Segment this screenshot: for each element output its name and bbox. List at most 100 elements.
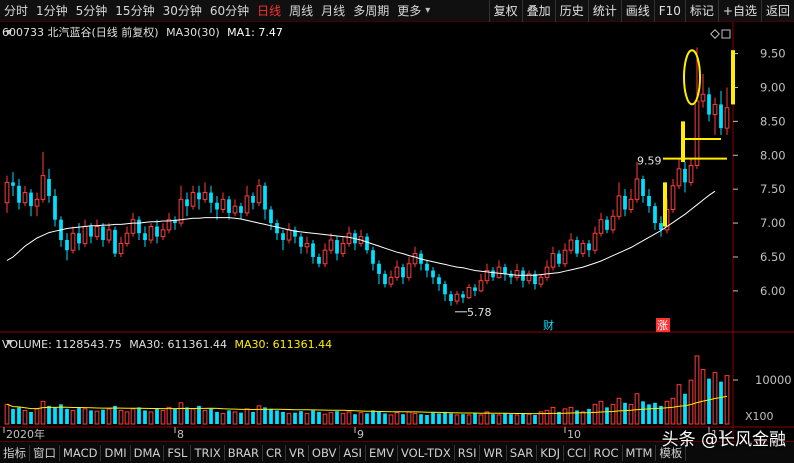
candle: [394, 260, 400, 281]
candle-body: [647, 195, 651, 207]
candle: [17, 179, 21, 210]
candle: [101, 223, 105, 247]
period-1[interactable]: 1分钟: [32, 0, 72, 22]
indicator-tab-5[interactable]: FSL: [164, 444, 192, 461]
candle-body: [286, 229, 292, 241]
indicator-tab-17[interactable]: KDJ: [537, 444, 565, 461]
candle-body: [580, 242, 586, 255]
toolbar-button-8[interactable]: 返回: [760, 0, 794, 22]
indicator-tab-16[interactable]: SAR: [507, 444, 538, 461]
volume-bar: [304, 412, 310, 425]
indicator-tab-10[interactable]: OBV: [309, 444, 341, 461]
volume-bar: [65, 408, 69, 424]
stock-code-name[interactable]: 600733 北汽蓝谷(日线 前复权): [2, 26, 159, 39]
volume-bar: [623, 402, 627, 424]
volume-bar: [4, 403, 10, 425]
candle: [130, 212, 136, 237]
volume-bar: [431, 412, 435, 424]
diamond-icon[interactable]: [710, 29, 720, 39]
toolbar-button-5[interactable]: F10: [653, 0, 685, 22]
period-0[interactable]: 分时: [0, 0, 32, 22]
financial-report-marker[interactable]: 财: [543, 318, 554, 332]
indicator-tab-18[interactable]: CCI: [564, 444, 591, 461]
candle: [304, 236, 310, 254]
candle: [251, 192, 255, 210]
period-7[interactable]: 周线: [285, 0, 317, 22]
candle-body: [185, 199, 189, 207]
candle: [431, 267, 435, 285]
candle-body: [406, 263, 412, 278]
more-arrow-icon[interactable]: ▾: [425, 5, 430, 16]
indicator-tab-6[interactable]: TRIX: [191, 444, 225, 461]
period-9[interactable]: 多周期: [349, 0, 393, 22]
candle: [82, 219, 88, 247]
candle-body: [209, 192, 213, 203]
indicator-tab-12[interactable]: EMV: [366, 444, 398, 461]
indicator-tab-11[interactable]: ASI: [340, 444, 366, 461]
candle-body: [568, 239, 574, 251]
toolbar-button-0[interactable]: 复权: [488, 0, 522, 22]
indicator-tab-8[interactable]: CR: [263, 444, 287, 461]
candlestick-series: [4, 47, 730, 306]
candle: [724, 87, 730, 135]
candle-body: [34, 198, 40, 207]
volume-bar: [311, 410, 315, 424]
candle: [178, 185, 184, 227]
volume-bar: [293, 412, 297, 424]
candle: [346, 226, 352, 247]
volume-bar: [101, 409, 105, 424]
indicator-tab-19[interactable]: ROC: [590, 444, 623, 461]
toolbar-button-2[interactable]: 历史: [554, 0, 588, 22]
volume-bar: [335, 411, 339, 424]
indicator-tab-14[interactable]: RSI: [455, 444, 481, 461]
chart-canvas[interactable]: 9.59 5.78 财 涨 9.50 9.00 8.50 8.00 7.50 7.00 6.50 6…: [0, 0, 794, 463]
period-toolbar: 分时 1分钟 5分钟 15分钟 30分钟 60分钟 日线 周线 月线 多周期 更多 ▾ 复权 叠加 历史统…: [0, 0, 794, 22]
indicator-tab-15[interactable]: WR: [480, 444, 507, 461]
indicator-tab-1[interactable]: 窗口: [30, 444, 60, 461]
candle-body: [712, 103, 718, 116]
toolbar-button-3[interactable]: 统计: [587, 0, 621, 22]
indicator-tab-2[interactable]: MACD: [60, 444, 102, 461]
toolbar-button-1[interactable]: 叠加: [521, 0, 555, 22]
volume-bar: [251, 411, 255, 424]
toolbar-button-4[interactable]: 画线: [620, 0, 654, 22]
volume-bar: [299, 411, 303, 424]
period-4[interactable]: 30分钟: [159, 0, 206, 22]
toolbar-button-6[interactable]: 标记: [684, 0, 718, 22]
candle: [712, 97, 718, 135]
period-8[interactable]: 月线: [317, 0, 349, 22]
volume-bar: [580, 411, 586, 425]
indicator-tab-13[interactable]: VOL-TDX: [398, 444, 455, 461]
period-10[interactable]: 更多: [393, 0, 425, 22]
candle: [94, 219, 100, 241]
candle: [533, 270, 537, 290]
square-icon[interactable]: [721, 29, 731, 39]
limit-up-marker[interactable]: 涨: [657, 319, 668, 332]
indicator-tab-4[interactable]: DMA: [131, 444, 165, 461]
candle: [670, 179, 676, 213]
period-2[interactable]: 5分钟: [72, 0, 112, 22]
candle: [209, 185, 213, 213]
period-3[interactable]: 15分钟: [111, 0, 158, 22]
price-axis-label: 7.50: [760, 182, 786, 196]
indicator-tab-9[interactable]: VR: [286, 444, 309, 461]
candle-body: [148, 225, 154, 241]
indicator-tab-7[interactable]: BRAR: [225, 444, 264, 461]
ma-value-label: MA1: 7.47: [227, 26, 283, 39]
indicator-tab-0[interactable]: 指标: [0, 444, 30, 461]
candle: [401, 263, 405, 285]
candle-body: [425, 263, 429, 271]
indicator-tab-3[interactable]: DMI: [101, 444, 131, 461]
period-6[interactable]: 日线: [253, 0, 285, 22]
indicator-tab-20[interactable]: MTM: [623, 444, 657, 461]
period-5[interactable]: 60分钟: [206, 0, 253, 22]
candle: [227, 195, 231, 220]
volume-bar: [70, 409, 76, 425]
volume-bar: [227, 410, 231, 424]
candle-body: [676, 168, 682, 187]
candle-body: [137, 219, 141, 234]
candle: [166, 212, 172, 234]
toolbar-button-7[interactable]: +自选: [717, 0, 761, 22]
volume-bar: [232, 411, 238, 425]
candle: [281, 229, 285, 251]
